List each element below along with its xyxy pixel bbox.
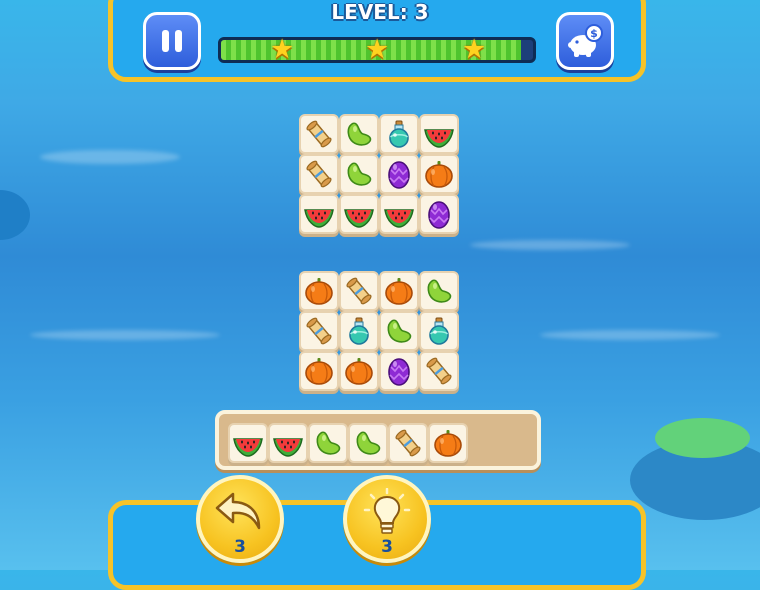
undo-button[interactable]: 3 xyxy=(196,475,284,563)
hint-count: 3 xyxy=(381,537,393,557)
pumpkin-icon xyxy=(425,161,453,188)
scroll-icon xyxy=(306,160,332,188)
bean-icon xyxy=(356,431,381,455)
bean-icon xyxy=(387,319,412,343)
watermelon-icon xyxy=(233,438,263,457)
star-icon: ★ xyxy=(270,34,295,65)
tray-item-watermelon xyxy=(228,423,268,463)
tray-item-bean xyxy=(308,423,348,463)
tile-pumpkin[interactable] xyxy=(339,351,379,391)
piggy-bank-button[interactable]: $ xyxy=(556,12,614,70)
egg-icon xyxy=(428,201,450,229)
water-glint xyxy=(470,240,630,250)
pause-button[interactable] xyxy=(143,12,201,70)
island-right-grass xyxy=(655,418,750,458)
water-glint xyxy=(30,330,220,340)
tile-watermelon[interactable] xyxy=(339,194,379,234)
tile-potion[interactable] xyxy=(339,311,379,351)
tile-scroll[interactable] xyxy=(419,351,459,391)
tile-watermelon[interactable] xyxy=(299,194,339,234)
tile-scroll[interactable] xyxy=(339,271,379,311)
egg-icon xyxy=(388,161,410,189)
potion-icon xyxy=(349,317,369,345)
scroll-icon xyxy=(346,277,372,305)
undo-count: 3 xyxy=(234,537,246,557)
scroll-icon xyxy=(306,317,332,345)
star-icon: ★ xyxy=(462,34,487,65)
tile-egg[interactable] xyxy=(379,154,419,194)
tile-scroll[interactable] xyxy=(299,114,339,154)
collection-tray xyxy=(215,410,541,470)
piggy-bank-icon: $ xyxy=(568,24,603,57)
pumpkin-icon xyxy=(305,358,333,385)
potion-icon xyxy=(389,120,409,148)
watermelon-icon xyxy=(344,209,374,228)
tile-bean[interactable] xyxy=(339,114,379,154)
tile-egg[interactable] xyxy=(419,194,459,234)
undo-arrow-icon xyxy=(215,492,261,530)
tray-item-pumpkin xyxy=(428,423,468,463)
pause-icon xyxy=(162,30,182,52)
scroll-icon xyxy=(395,429,421,457)
tile-watermelon[interactable] xyxy=(419,114,459,154)
pumpkin-icon xyxy=(434,430,462,457)
water-glint xyxy=(540,330,720,340)
tray-item-bean xyxy=(348,423,388,463)
tile-potion[interactable] xyxy=(379,114,419,154)
egg-icon xyxy=(388,358,410,386)
level-title: LEVEL: 3 xyxy=(331,0,429,24)
bean-icon xyxy=(347,162,372,186)
watermelon-icon xyxy=(304,209,334,228)
tile-egg[interactable] xyxy=(379,351,419,391)
tile-bean[interactable] xyxy=(379,311,419,351)
tray-item-watermelon xyxy=(268,423,308,463)
tile-potion[interactable] xyxy=(419,311,459,351)
scroll-icon xyxy=(426,357,452,385)
island-left xyxy=(0,190,30,240)
tile-pumpkin[interactable] xyxy=(419,154,459,194)
scroll-icon xyxy=(306,120,332,148)
tile-bean[interactable] xyxy=(339,154,379,194)
watermelon-icon xyxy=(273,438,303,457)
tile-scroll[interactable] xyxy=(299,311,339,351)
lightbulb-icon xyxy=(363,488,411,534)
tile-bean[interactable] xyxy=(419,271,459,311)
hint-button[interactable]: 3 xyxy=(343,475,431,563)
pumpkin-icon xyxy=(305,278,333,305)
bean-icon xyxy=(316,431,341,455)
svg-text:$: $ xyxy=(590,27,598,40)
bean-icon xyxy=(427,279,452,303)
watermelon-icon xyxy=(424,129,454,148)
tile-watermelon[interactable] xyxy=(379,194,419,234)
potion-icon xyxy=(429,317,449,345)
pumpkin-icon xyxy=(385,278,413,305)
star-icon: ★ xyxy=(365,34,390,65)
tray-item-scroll xyxy=(388,423,428,463)
tile-pumpkin[interactable] xyxy=(299,271,339,311)
tile-scroll[interactable] xyxy=(299,154,339,194)
pumpkin-icon xyxy=(345,358,373,385)
bean-icon xyxy=(347,122,372,146)
tile-pumpkin[interactable] xyxy=(379,271,419,311)
tile-pumpkin[interactable] xyxy=(299,351,339,391)
watermelon-icon xyxy=(384,209,414,228)
water-glint xyxy=(40,150,180,164)
